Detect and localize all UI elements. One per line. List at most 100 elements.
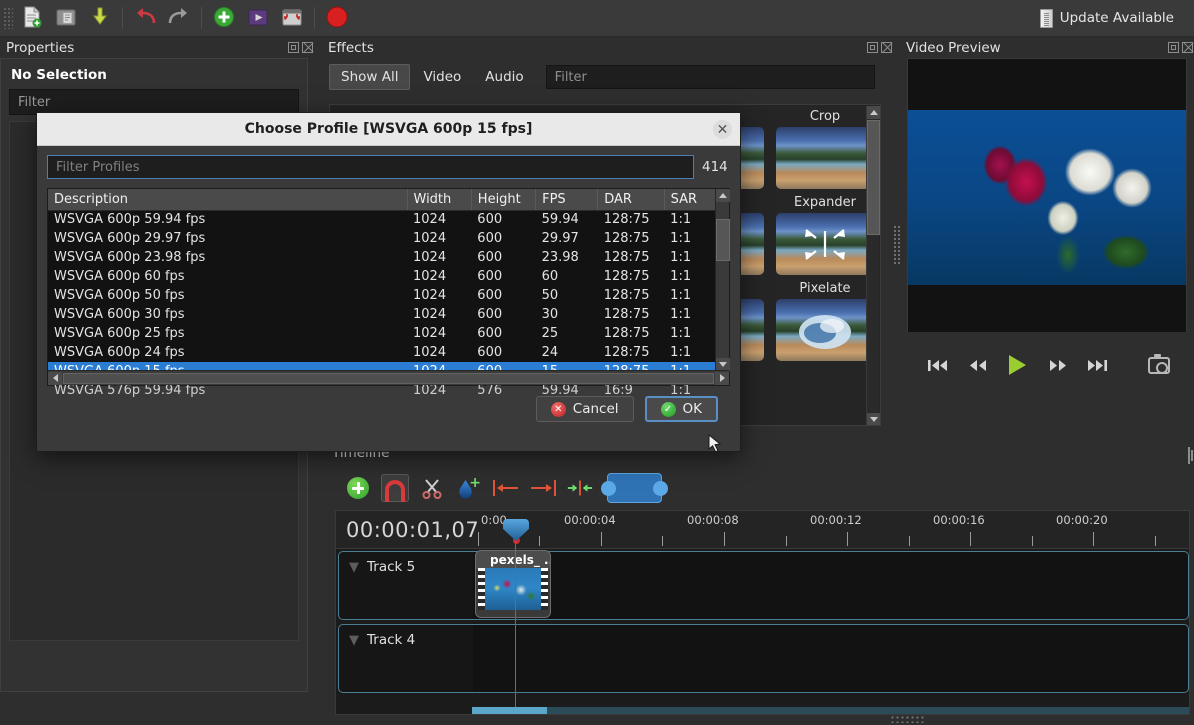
timeline-track-row: ▼ Track 4 [338,624,1189,695]
add-marker-button[interactable]: + [455,474,483,502]
ruler-label: 00:00:08 [687,513,739,527]
timeline-clip[interactable]: pexels_ ... [475,550,551,618]
rewind-button[interactable] [966,352,990,378]
tab-video[interactable]: Video [412,65,472,89]
effects-scrollbar[interactable] [866,106,880,425]
track-lane[interactable] [473,624,1189,693]
import-files-button[interactable] [208,3,240,34]
previous-marker-button[interactable] [492,474,520,502]
float-icon[interactable] [1188,447,1190,464]
ruler-tick [601,532,602,546]
close-icon[interactable] [1182,42,1193,53]
table-row[interactable]: WSVGA 600p 59.94 fps 1024 600 59.94 128:… [48,210,729,229]
play-button[interactable] [1006,352,1030,378]
column-header-fps[interactable]: FPS [535,189,599,211]
mouse-cursor [708,434,722,453]
cell-description: WSVGA 600p 60 fps [54,269,185,284]
scroll-right-button[interactable] [715,371,729,385]
tab-show-all[interactable]: Show All [329,64,411,90]
scrollbar-thumb[interactable] [867,120,880,235]
ruler-tick [662,536,663,546]
float-icon[interactable] [1168,42,1179,53]
profiles-vscrollbar[interactable] [715,189,730,371]
column-header-height[interactable]: Height [471,189,537,211]
toolbar-drag-handle[interactable] [3,7,13,29]
preview-panel-title: Video Preview [906,40,1001,56]
timeline-resize-handle[interactable] [890,715,924,723]
snapshot-button[interactable] [1126,352,1170,378]
effect-thumbnail [776,213,874,275]
scroll-up-button[interactable] [716,189,730,202]
table-row[interactable]: WSVGA 600p 60 fps 1024 600 60 128:75 1:1 [48,267,729,286]
playhead-marker[interactable] [503,519,529,549]
track-header[interactable]: ▼ Track 5 [338,551,473,620]
filter-profiles-input[interactable]: Filter Profiles [47,155,694,179]
cell-height: 600 [477,326,503,341]
next-marker-button[interactable] [529,474,557,502]
record-button[interactable] [321,3,353,34]
scroll-up-button[interactable] [867,106,880,119]
timeline-body: 00:00:01,07 0:00 00:00:04 00:00:08 00:00… [335,510,1190,715]
effect-item-expander[interactable]: Expander [770,191,880,277]
effect-item-crop[interactable]: Crop [770,105,880,191]
scroll-down-button[interactable] [867,413,880,425]
dialog-close-button[interactable]: ✕ [713,120,732,139]
column-header-description[interactable]: Description [48,189,408,211]
properties-panel-title: Properties [6,40,75,56]
panel-splitter-handle[interactable] [893,225,901,265]
effects-filter-placeholder: Filter [554,69,587,85]
skip-to-end-button[interactable] [1086,352,1110,378]
dialog-body: Filter Profiles 414 Description Width He… [37,146,740,422]
camera-icon [1147,353,1170,374]
timeline-hscrollbar-thumb[interactable] [472,707,547,714]
video-preview-surface[interactable] [907,58,1187,332]
table-row[interactable]: WSVGA 600p 23.98 fps 1024 600 23.98 128:… [48,248,729,267]
column-header-width[interactable]: Width [407,189,472,211]
table-row[interactable]: WSVGA 600p 50 fps 1024 600 50 128:75 1:1 [48,286,729,305]
effect-item-pixelate[interactable]: Pixelate [770,277,880,363]
update-package-icon [1039,8,1053,28]
profiles-hscrollbar[interactable] [48,370,729,385]
table-row[interactable]: WSVGA 600p 29.97 fps 1024 600 29.97 128:… [48,229,729,248]
float-icon[interactable] [867,42,878,53]
table-row[interactable]: WSVGA 600p 24 fps 1024 600 24 128:75 1:1 [48,343,729,362]
timeline-ruler[interactable]: 00:00:01,07 0:00 00:00:04 00:00:08 00:00… [336,511,1189,549]
scrollbar-thumb[interactable] [716,219,730,261]
scroll-left-button[interactable] [48,371,62,385]
chevron-down-icon[interactable]: ▼ [349,633,359,648]
fast-forward-button[interactable] [1046,352,1070,378]
dialog-titlebar[interactable]: Choose Profile [WSVGA 600p 15 fps] ✕ [37,113,740,146]
close-icon[interactable] [881,42,892,53]
letterbox-bottom [908,285,1186,332]
update-available-button[interactable]: Update Available [1034,3,1186,33]
close-icon[interactable] [302,42,313,53]
track-header[interactable]: ▼ Track 4 [338,624,473,693]
tab-audio[interactable]: Audio [474,65,534,89]
effects-panel-title: Effects [328,40,374,56]
properties-no-selection-label: No Selection [11,67,107,83]
clip-handles-icon[interactable] [601,473,668,503]
effects-filter-input[interactable]: Filter [545,65,875,89]
add-track-button[interactable] [344,474,372,502]
undo-button[interactable] [129,3,161,34]
skip-to-start-button[interactable] [926,352,950,378]
profiles-table-header: Description Width Height FPS DAR SAR [48,189,730,211]
center-playhead-button[interactable] [566,474,594,502]
fullscreen-button[interactable] [276,3,308,34]
save-project-button[interactable] [84,3,116,34]
new-project-button[interactable] [16,3,48,34]
razor-tool-button[interactable] [418,474,446,502]
export-video-button[interactable] [242,3,274,34]
table-row[interactable]: WSVGA 600p 30 fps 1024 600 30 128:75 1:1 [48,305,729,324]
redo-button[interactable] [163,3,195,34]
open-project-button[interactable] [50,3,82,34]
track-lane[interactable]: pexels_ ... [473,550,1189,620]
scrollbar-thumb[interactable] [63,372,714,384]
snap-toggle-button[interactable] [381,474,409,502]
timeline-hscrollbar-track[interactable] [472,707,1189,714]
column-header-dar[interactable]: DAR [597,189,665,211]
float-icon[interactable] [288,42,299,53]
table-row[interactable]: WSVGA 600p 25 fps 1024 600 25 128:75 1:1 [48,324,729,343]
chevron-down-icon[interactable]: ▼ [349,560,359,575]
cell-fps: 59.94 [541,212,579,228]
